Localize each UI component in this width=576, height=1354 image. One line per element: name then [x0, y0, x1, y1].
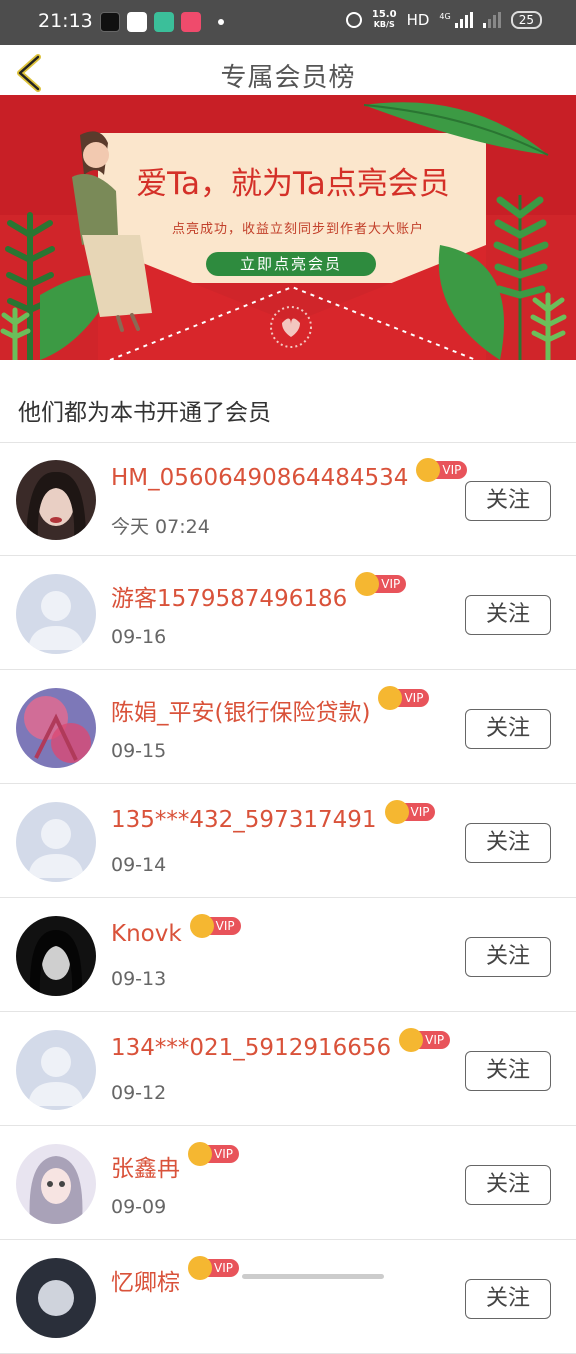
crown-icon	[189, 914, 214, 938]
follow-button[interactable]: 关注	[465, 1279, 551, 1319]
member-name-line: 陈娟_平安(银行保险贷款) VIP	[111, 686, 430, 727]
member-name[interactable]: Knovk	[111, 921, 182, 947]
tiktok-icon	[100, 12, 120, 32]
section-title: 他们都为本书开通了会员	[18, 400, 271, 426]
follow-button[interactable]: 关注	[465, 481, 551, 521]
member-date: 09-14	[111, 854, 167, 876]
avatar[interactable]	[16, 574, 96, 654]
status-right: 15.0 KB/S HD 4G 25	[345, 9, 542, 30]
follow-button[interactable]: 关注	[465, 595, 551, 635]
member-name[interactable]: 陈娟_平安(银行保险贷款)	[111, 693, 370, 727]
member-date: 09-15	[111, 740, 167, 762]
network-speed: 15.0 KB/S	[371, 9, 397, 30]
avatar[interactable]	[16, 916, 96, 996]
hd-indicator: HD	[406, 11, 430, 29]
follow-button[interactable]: 关注	[465, 709, 551, 749]
follow-button[interactable]: 关注	[465, 1051, 551, 1091]
member-name-line: 135***432_597317491 VIP	[111, 800, 436, 833]
light-up-vip-button[interactable]: 立即点亮会员	[206, 252, 376, 276]
member-row[interactable]: 游客1579587496186 VIP 09-16 关注	[0, 557, 576, 670]
member-row[interactable]: 忆卿棕 VIP 关注	[0, 1241, 576, 1354]
avatar[interactable]	[16, 460, 96, 540]
member-date: 09-12	[111, 1082, 167, 1104]
vip-promo-banner[interactable]: 爱Ta，就为Ta点亮会员 点亮成功，收益立刻同步到作者大大账户 立即点亮会员	[0, 95, 576, 360]
vip-badge: VIP	[416, 458, 468, 482]
member-date: 今天 07:24	[111, 516, 210, 538]
member-row[interactable]: 135***432_597317491 VIP 09-14 关注	[0, 785, 576, 898]
pink-app-icon	[181, 12, 201, 32]
avatar[interactable]	[16, 1030, 96, 1110]
avatar[interactable]	[16, 688, 96, 768]
member-row[interactable]: 134***021_5912916656 VIP 09-12 关注	[0, 1013, 576, 1126]
video-app-icon	[127, 12, 147, 32]
member-name[interactable]: 135***432_597317491	[111, 807, 377, 833]
follow-button[interactable]: 关注	[465, 937, 551, 977]
vip-badge: VIP	[384, 800, 436, 824]
crown-icon	[399, 1028, 424, 1052]
vip-badge: VIP	[188, 1142, 239, 1166]
vip-badge: VIP	[399, 1028, 451, 1052]
member-row[interactable]: 陈娟_平安(银行保险贷款) VIP 09-15 关注	[0, 671, 576, 784]
vip-badge: VIP	[355, 572, 407, 596]
member-name[interactable]: 游客1579587496186	[111, 579, 347, 613]
member-row[interactable]: 张鑫冉 VIP 09-09 关注	[0, 1127, 576, 1240]
member-date: 09-16	[111, 626, 167, 648]
vip-badge: VIP	[188, 1256, 239, 1280]
member-name-line: 忆卿棕 VIP	[111, 1256, 239, 1297]
notification-dot-icon	[218, 19, 224, 25]
green-app-icon	[154, 12, 174, 32]
status-bar: 21:13 15.0 KB/S HD 4G 25	[0, 0, 576, 45]
member-name[interactable]: HM_05606490864484534	[111, 465, 408, 491]
member-name-line: 张鑫冉 VIP	[111, 1142, 239, 1183]
page-title: 专属会员榜	[220, 63, 356, 93]
avatar[interactable]	[16, 802, 96, 882]
status-time: 21:13	[38, 10, 93, 32]
follow-button[interactable]: 关注	[465, 1165, 551, 1205]
scrollbar[interactable]	[242, 1274, 384, 1279]
member-name-line: HM_05606490864484534 VIP	[111, 458, 468, 491]
member-name[interactable]: 134***021_5912916656	[111, 1035, 391, 1061]
member-name-line: 134***021_5912916656 VIP	[111, 1028, 451, 1061]
crown-icon	[384, 800, 409, 824]
member-row[interactable]: Knovk VIP 09-13 关注	[0, 899, 576, 1012]
vip-badge: VIP	[189, 914, 241, 938]
crown-icon	[188, 1256, 212, 1280]
follow-button[interactable]: 关注	[465, 823, 551, 863]
member-name[interactable]: 忆卿棕	[111, 1263, 180, 1297]
status-app-icons	[100, 12, 224, 32]
vip-badge: VIP	[378, 686, 430, 710]
signal-4g-icon: 4G	[439, 12, 473, 28]
member-date: 09-13	[111, 968, 167, 990]
battery-icon: 25	[510, 11, 542, 29]
member-row[interactable]: HM_05606490864484534 VIP 今天 07:24 关注	[0, 443, 576, 556]
crown-icon	[188, 1142, 212, 1166]
avatar[interactable]	[16, 1258, 96, 1338]
member-name-line: Knovk VIP	[111, 914, 241, 947]
member-name[interactable]: 张鑫冉	[111, 1149, 180, 1183]
banner-subline: 点亮成功，收益立刻同步到作者大大账户	[171, 222, 424, 237]
member-date: 09-09	[111, 1196, 167, 1218]
top-nav-bar: 专属会员榜	[0, 45, 576, 95]
avatar[interactable]	[16, 1144, 96, 1224]
signal-secondary-icon	[482, 12, 501, 28]
alarm-icon	[345, 12, 362, 28]
member-name-line: 游客1579587496186 VIP	[111, 572, 407, 613]
banner-headline: 爱Ta，就为Ta点亮会员	[136, 166, 450, 202]
